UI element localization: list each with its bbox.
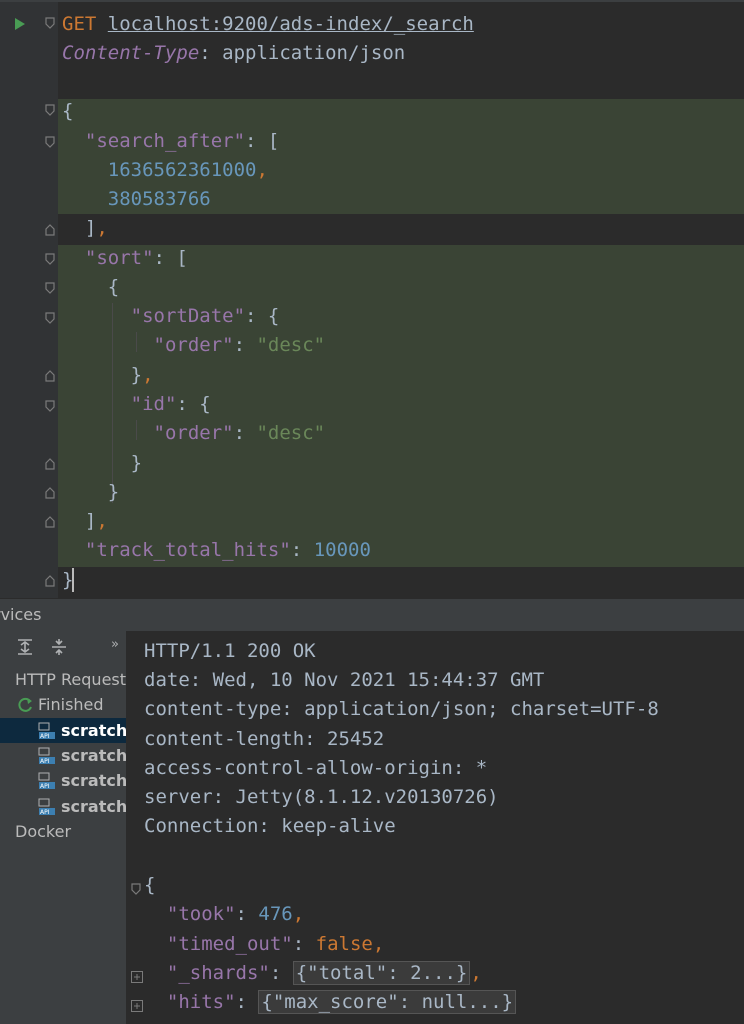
search-after-value-2: 380583766 xyxy=(107,188,211,210)
response-header-server: server: Jetty(8.1.12.v20130726) xyxy=(144,786,499,808)
response-header-content-type: content-type: application/json; charset=… xyxy=(144,698,659,720)
collapsed-hits[interactable]: {"max_score": null...} xyxy=(258,990,517,1014)
sortdate-close: }, xyxy=(62,364,154,386)
tree-item-scratch-3[interactable]: API scratch. xyxy=(0,768,126,793)
svg-text:API: API xyxy=(40,783,50,790)
fold-icon[interactable] xyxy=(45,575,55,587)
expand-icon[interactable] xyxy=(131,968,143,987)
response-shards-line: "_shards": {"total": 2...}, xyxy=(166,961,482,985)
fold-icon[interactable] xyxy=(45,17,55,29)
response-output[interactable]: HTTP/1.1 200 OK date: Wed, 10 Nov 2021 1… xyxy=(127,631,744,1024)
fold-icon[interactable] xyxy=(45,136,55,148)
svg-text:API: API xyxy=(40,733,50,740)
expand-icon[interactable] xyxy=(131,997,143,1016)
json-open-brace: { xyxy=(62,100,74,122)
tree-item-docker[interactable]: Docker xyxy=(0,819,141,844)
fold-icon[interactable] xyxy=(45,253,55,265)
svg-text:API: API xyxy=(40,809,50,816)
collapsed-shards[interactable]: {"total": 2...} xyxy=(292,961,471,985)
sort-object-close: } xyxy=(62,481,120,503)
svg-text:API: API xyxy=(40,758,50,765)
services-tree[interactable]: » HTTP Request Finished API scratch. API… xyxy=(0,631,127,1024)
collapse-all-icon[interactable] xyxy=(50,638,68,660)
fold-icon[interactable] xyxy=(45,312,55,324)
id-order-line: "order": "desc" xyxy=(153,422,326,444)
response-header-date: date: Wed, 10 Nov 2021 15:44:37 GMT xyxy=(144,669,545,691)
response-header-connection: Connection: keep-alive xyxy=(144,815,396,837)
api-file-icon: API xyxy=(38,772,56,790)
sortdate-line: "sortDate": { xyxy=(130,305,280,327)
fold-icon[interactable] xyxy=(45,516,55,528)
search-after-close: ], xyxy=(62,217,108,239)
response-header-content-length: content-length: 25452 xyxy=(144,728,385,750)
fold-icon[interactable] xyxy=(45,458,55,470)
request-url[interactable]: localhost:9200/ads-index/_search xyxy=(108,13,474,35)
fold-icon[interactable] xyxy=(45,370,55,382)
response-hits-line: "hits": {"max_score": null...} xyxy=(144,988,517,1017)
tree-item-scratch-4[interactable]: API scratch. xyxy=(0,794,126,819)
sort-line: "sort": [ xyxy=(84,247,188,269)
fold-icon[interactable] xyxy=(45,282,55,294)
tree-item-finished[interactable]: Finished xyxy=(0,692,126,717)
editor-gutter xyxy=(0,2,58,600)
header-name: Content-Type xyxy=(62,42,200,64)
response-status: HTTP/1.1 200 OK xyxy=(144,640,316,662)
text-cursor xyxy=(72,568,74,592)
api-file-icon: API xyxy=(38,747,56,765)
response-took-line: "took": 476, xyxy=(166,903,305,925)
fold-icon[interactable] xyxy=(45,224,55,236)
search-after-line: "search_after": [ xyxy=(84,130,280,152)
id-line: "id": { xyxy=(130,393,211,415)
response-header-acao: access-control-allow-origin: * xyxy=(144,757,488,779)
response-json-open: { xyxy=(144,874,156,896)
tree-toolbar: » xyxy=(0,631,126,663)
request-header[interactable]: Content-Type: application/json xyxy=(62,39,405,68)
sort-object-open: { xyxy=(62,276,120,298)
services-tool-window-header[interactable]: rvices xyxy=(0,598,744,632)
refresh-icon xyxy=(16,696,34,717)
id-close: } xyxy=(62,452,143,474)
services-title: rvices xyxy=(0,605,42,624)
api-file-icon: API xyxy=(38,722,56,740)
more-icon[interactable]: » xyxy=(111,637,119,652)
http-method: GET xyxy=(62,13,97,35)
search-after-value-1: 1636562361000, xyxy=(107,159,268,181)
fold-icon[interactable] xyxy=(45,104,55,116)
fold-icon[interactable] xyxy=(45,487,55,499)
tree-item-http-request[interactable]: HTTP Request xyxy=(0,667,141,692)
fold-icon[interactable] xyxy=(131,880,141,899)
fold-icon[interactable] xyxy=(45,400,55,412)
expand-all-icon[interactable] xyxy=(16,638,34,660)
response-timed-out-line: "timed_out": false, xyxy=(166,933,385,955)
api-file-icon: API xyxy=(38,798,56,816)
tree-item-scratch-2[interactable]: API scratch. xyxy=(0,743,126,768)
http-request-editor[interactable]: GET localhost:9200/ads-index/_search Con… xyxy=(0,0,744,600)
header-separator: : xyxy=(199,42,223,64)
sort-close: ], xyxy=(62,510,108,532)
request-line[interactable]: GET localhost:9200/ads-index/_search xyxy=(62,10,474,39)
header-value: application/json xyxy=(222,42,406,64)
track-total-hits-line: "track_total_hits": 10000 xyxy=(84,539,371,561)
tree-item-scratch-1[interactable]: API scratch. xyxy=(0,718,126,743)
run-icon[interactable] xyxy=(14,16,26,35)
sortdate-order-line: "order": "desc" xyxy=(153,334,326,356)
